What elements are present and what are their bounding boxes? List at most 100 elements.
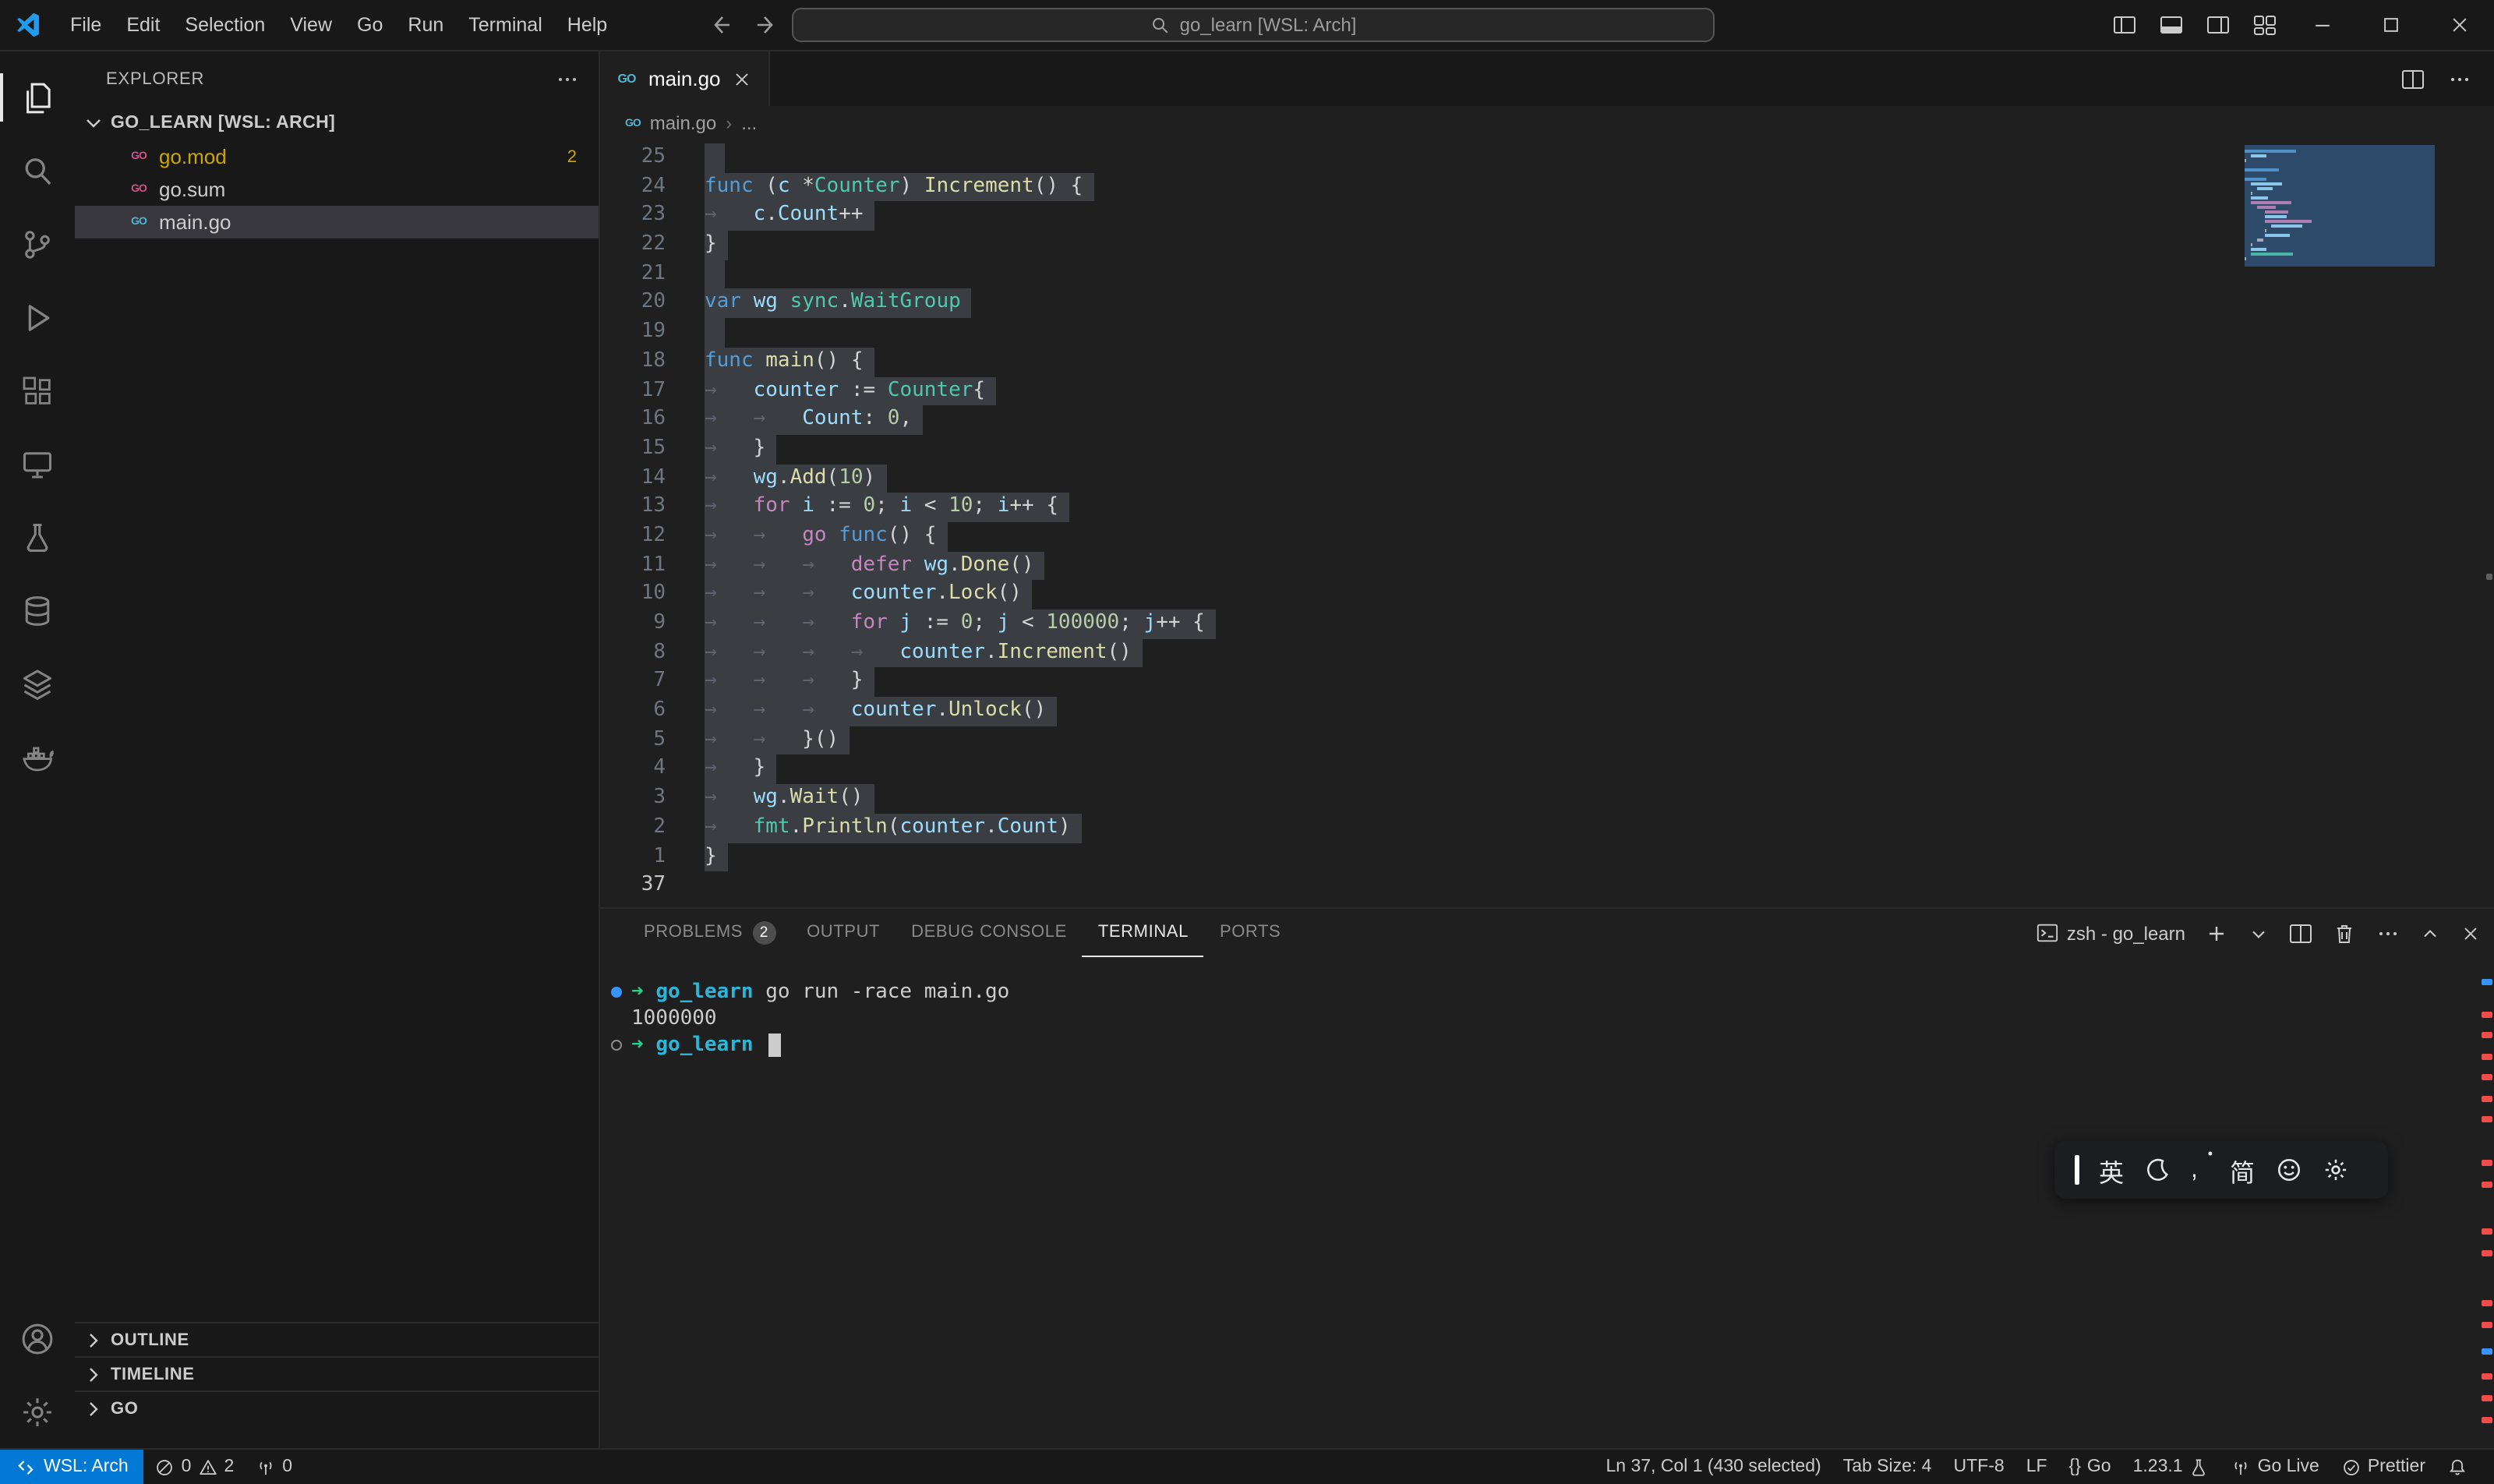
file-row-main-go[interactable]: GO main.go: [75, 206, 599, 238]
settings-gear-icon[interactable]: [0, 1375, 75, 1448]
go-version-status[interactable]: 1.23.1: [2122, 1457, 2220, 1477]
panel-tab-debug-console[interactable]: DEBUG CONSOLE: [896, 909, 1083, 957]
menu-file[interactable]: File: [58, 0, 114, 51]
maximize-button[interactable]: [2357, 0, 2425, 51]
panel-tab-terminal[interactable]: TERMINAL: [1083, 909, 1204, 957]
panel-more-actions-icon[interactable]: [2376, 920, 2400, 945]
explorer-sidebar: EXPLORER GO_LEARN [WSL: ARCH] GO go.mod …: [75, 51, 600, 1448]
minimap[interactable]: [2245, 145, 2435, 267]
ime-language-toggle[interactable]: 英: [2099, 1151, 2124, 1189]
file-row-go-mod[interactable]: GO go.mod 2: [75, 140, 599, 173]
menu-help[interactable]: Help: [555, 0, 620, 51]
section-outline[interactable]: OUTLINE: [75, 1322, 599, 1356]
language-mode-status[interactable]: {} Go: [2058, 1458, 2122, 1476]
split-editor-icon[interactable]: [2400, 66, 2425, 91]
explorer-icon[interactable]: [0, 61, 75, 134]
menu-selection[interactable]: Selection: [172, 0, 277, 51]
search-icon: [1150, 15, 1171, 35]
command-center-search[interactable]: go_learn [WSL: Arch]: [792, 8, 1715, 42]
selection-stub: [705, 260, 725, 289]
run-debug-icon[interactable]: [0, 281, 75, 354]
eol-status[interactable]: LF: [2015, 1458, 2058, 1476]
ports-status[interactable]: 0: [245, 1450, 303, 1484]
cursor-position-status[interactable]: Ln 37, Col 1 (430 selected): [1595, 1458, 1832, 1476]
go-live-status[interactable]: Go Live: [2220, 1457, 2330, 1477]
toggle-panel-icon[interactable]: [2148, 0, 2195, 51]
tree-root-go-learn[interactable]: GO_LEARN [WSL: ARCH]: [75, 106, 599, 140]
code-editor[interactable]: 2524func (c *Counter) Increment() {23→c.…: [600, 140, 2494, 907]
source-control-icon[interactable]: [0, 207, 75, 281]
command-prompt-decoration[interactable]: [611, 1040, 622, 1051]
maximize-panel-icon[interactable]: [2419, 922, 2441, 944]
problems-badge: 2: [567, 147, 577, 166]
encoding-status[interactable]: UTF-8: [1943, 1458, 2015, 1476]
search-sidebar-icon[interactable]: [0, 134, 75, 207]
status-bar: WSL: Arch 0 2 0 Ln 37, Col 1 (430 select…: [0, 1448, 2494, 1484]
ruler-tick: [2482, 1300, 2492, 1306]
panel-tab-problems[interactable]: PROBLEMS 2: [628, 909, 791, 957]
editor-more-actions-icon[interactable]: [2447, 66, 2472, 91]
terminal-line: ➜ go_learn go run -race main.go: [631, 979, 2494, 1005]
tab-whitespace-arrow: →: [705, 814, 754, 843]
panel-tabs: PROBLEMS 2 OUTPUT DEBUG CONSOLE TERMINAL…: [628, 909, 1296, 957]
explorer-more-actions-icon[interactable]: [555, 66, 580, 91]
minimize-button[interactable]: [2288, 0, 2357, 51]
breadcrumb-symbol[interactable]: ...: [741, 112, 757, 134]
menu-go[interactable]: Go: [344, 0, 395, 51]
section-go[interactable]: GO: [75, 1390, 599, 1425]
terminal-dropdown-icon[interactable]: [2248, 922, 2270, 944]
menu-edit[interactable]: Edit: [114, 0, 172, 51]
file-row-go-sum[interactable]: GO go.sum: [75, 173, 599, 206]
line-number: 25: [600, 143, 666, 172]
problems-status[interactable]: 0 2: [144, 1450, 246, 1484]
notifications-bell[interactable]: [2436, 1457, 2478, 1477]
code-line: 4→}: [600, 755, 2494, 784]
terminal-content[interactable]: ➜ go_learn go run -race main.go1000000➜ …: [600, 957, 2494, 1448]
testing-icon[interactable]: [0, 500, 75, 574]
tab-whitespace-arrow: →: [705, 755, 754, 784]
code-line: 19: [600, 318, 2494, 347]
code-line: 6→→→counter.Unlock(): [600, 697, 2494, 726]
accounts-icon[interactable]: [0, 1302, 75, 1375]
prettier-status[interactable]: Prettier: [2330, 1457, 2436, 1477]
ime-settings-gear-icon[interactable]: [2322, 1157, 2348, 1183]
menu-terminal[interactable]: Terminal: [456, 0, 555, 51]
panel-tab-ports[interactable]: PORTS: [1204, 909, 1296, 957]
toggle-secondary-sidebar-icon[interactable]: [2195, 0, 2241, 51]
ime-punctuation-toggle[interactable]: •,: [2191, 1156, 2210, 1184]
tab-main-go[interactable]: GO main.go: [600, 51, 771, 106]
menu-view[interactable]: View: [277, 0, 344, 51]
extensions-icon[interactable]: [0, 354, 75, 427]
command-success-decoration[interactable]: [611, 987, 622, 998]
ruler-tick: [2482, 979, 2492, 985]
close-window-button[interactable]: [2425, 0, 2494, 51]
split-terminal-icon[interactable]: [2288, 920, 2313, 945]
code-line: 5→→}(): [600, 726, 2494, 755]
toggle-sidebar-icon[interactable]: [2101, 0, 2148, 51]
forward-arrow-icon[interactable]: [754, 12, 779, 37]
sidebar-empty-space: [75, 238, 599, 1322]
terminal-instance-label[interactable]: zsh - go_learn: [2036, 921, 2185, 945]
docker-icon[interactable]: [0, 720, 75, 793]
remote-indicator[interactable]: WSL: Arch: [0, 1450, 144, 1484]
panel-tab-output[interactable]: OUTPUT: [791, 909, 896, 957]
back-arrow-icon[interactable]: [707, 12, 732, 37]
kill-terminal-icon[interactable]: [2332, 920, 2357, 945]
breadcrumb[interactable]: GO main.go › ...: [600, 106, 2494, 140]
database-icon[interactable]: [0, 574, 75, 647]
new-terminal-icon[interactable]: [2204, 920, 2229, 945]
ime-simplified-toggle[interactable]: 简: [2230, 1151, 2255, 1189]
ime-halfmoon-icon[interactable]: [2144, 1157, 2171, 1183]
layers-icon[interactable]: [0, 647, 75, 720]
remote-explorer-icon[interactable]: [0, 427, 75, 500]
menu-run[interactable]: Run: [395, 0, 456, 51]
section-timeline[interactable]: TIMELINE: [75, 1356, 599, 1390]
ime-emoji-icon[interactable]: [2275, 1157, 2301, 1183]
close-panel-icon[interactable]: [2460, 922, 2482, 944]
code-line: 9→→→for j := 0; j < 100000; j++ {: [600, 610, 2494, 638]
code-line: 8→→→→counter.Increment(): [600, 638, 2494, 667]
customize-layout-icon[interactable]: [2241, 0, 2288, 51]
breadcrumb-file[interactable]: main.go: [650, 112, 716, 134]
tab-close-icon[interactable]: [732, 68, 754, 90]
indentation-status[interactable]: Tab Size: 4: [1832, 1458, 1943, 1476]
